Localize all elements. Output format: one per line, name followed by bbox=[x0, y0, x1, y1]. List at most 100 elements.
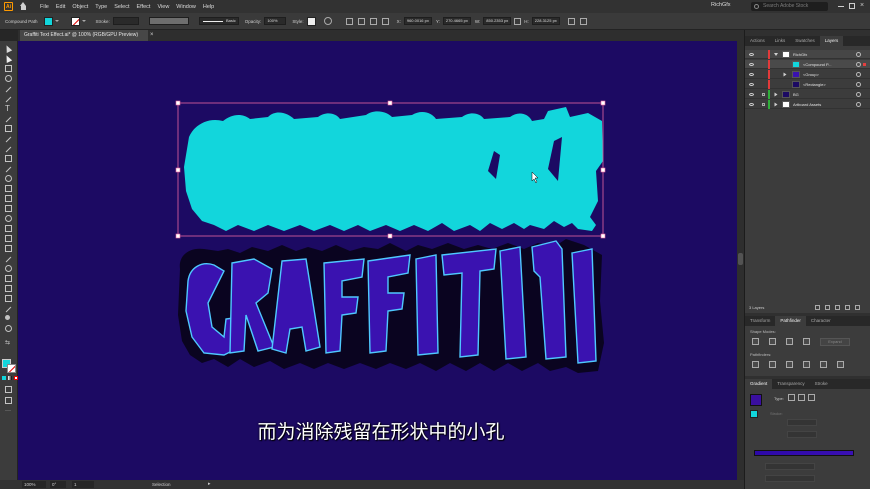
artboard-navigation-field[interactable]: 1 bbox=[72, 481, 94, 488]
trim-icon[interactable] bbox=[769, 361, 776, 368]
menu-edit[interactable]: Edit bbox=[56, 4, 65, 10]
swap-colors-icon[interactable]: ⇆ bbox=[5, 339, 13, 347]
opacity-field[interactable]: 100% bbox=[264, 17, 287, 25]
new-sublayer-icon[interactable] bbox=[835, 305, 840, 310]
menu-window[interactable]: Window bbox=[176, 4, 196, 10]
tab-actions[interactable]: Actions bbox=[745, 36, 770, 46]
layer-name[interactable]: BG bbox=[793, 90, 799, 99]
status-mode[interactable]: Selection bbox=[152, 480, 171, 489]
direct-selection-tool-icon[interactable] bbox=[3, 54, 13, 63]
tab-links[interactable]: Links bbox=[770, 36, 791, 46]
x-field[interactable]: 960.0016 px bbox=[403, 17, 432, 25]
exclude-icon[interactable] bbox=[803, 338, 810, 345]
new-layer-icon[interactable] bbox=[845, 305, 850, 310]
more-tools-icon[interactable]: ··· bbox=[5, 408, 13, 416]
eraser-tool-icon[interactable] bbox=[5, 165, 13, 173]
visibility-eye-icon[interactable] bbox=[749, 73, 754, 76]
chevron-down-icon[interactable] bbox=[54, 20, 59, 22]
stroke-color-box[interactable] bbox=[7, 364, 16, 373]
layer-row[interactable]: BG bbox=[745, 90, 870, 99]
merge-icon[interactable] bbox=[786, 361, 793, 368]
linear-gradient-icon[interactable] bbox=[788, 394, 795, 401]
mesh-tool-icon[interactable] bbox=[5, 235, 13, 243]
intersect-icon[interactable] bbox=[786, 338, 793, 345]
gradient-swatch[interactable] bbox=[750, 394, 762, 406]
tab-transform[interactable]: Transform bbox=[745, 316, 775, 326]
recolor-icon[interactable] bbox=[323, 17, 332, 25]
zoom-field[interactable]: 100% bbox=[22, 481, 46, 488]
lock-icon[interactable] bbox=[762, 93, 765, 96]
width-field[interactable]: 850.2353 px bbox=[483, 17, 512, 25]
close-tab-icon[interactable]: × bbox=[150, 30, 154, 41]
height-field[interactable]: 228.3125 px bbox=[531, 17, 560, 25]
target-icon[interactable] bbox=[856, 62, 861, 67]
fill-indicator[interactable] bbox=[750, 410, 758, 418]
y-field[interactable]: 270.4665 px bbox=[442, 17, 471, 25]
scrollbar-thumb[interactable] bbox=[738, 253, 743, 265]
compound-path-fill[interactable] bbox=[184, 107, 603, 231]
target-icon[interactable] bbox=[856, 82, 861, 87]
target-icon[interactable] bbox=[856, 72, 861, 77]
gradient-aspect-field[interactable] bbox=[787, 431, 817, 438]
stroke-swatch[interactable] bbox=[70, 16, 80, 26]
outline-icon[interactable] bbox=[820, 361, 827, 368]
gradient-location-field[interactable] bbox=[765, 475, 815, 482]
gradient-tool-icon[interactable] bbox=[5, 245, 13, 253]
clipping-mask-icon[interactable] bbox=[825, 305, 830, 310]
minimize-button[interactable] bbox=[838, 3, 844, 7]
gradient-angle-field[interactable] bbox=[787, 419, 817, 426]
layer-row[interactable]: <Group> bbox=[745, 70, 870, 79]
symbol-sprayer-tool-icon[interactable] bbox=[5, 275, 13, 283]
artboard-canvas[interactable]: 而为消除残留在形状中的小孔 bbox=[18, 41, 744, 480]
menu-type[interactable]: Type bbox=[95, 4, 107, 10]
menu-view[interactable]: View bbox=[157, 4, 169, 10]
menu-select[interactable]: Select bbox=[114, 4, 129, 10]
tab-pathfinder[interactable]: Pathfinder bbox=[775, 316, 806, 326]
expand-triangle-icon[interactable] bbox=[774, 92, 778, 97]
hand-tool-icon[interactable] bbox=[5, 315, 13, 323]
expand-triangle-icon[interactable] bbox=[774, 53, 778, 56]
isolate-icon[interactable] bbox=[579, 17, 587, 25]
draw-mode-icon[interactable] bbox=[5, 386, 13, 394]
reference-point-icon[interactable] bbox=[381, 17, 389, 25]
menu-file[interactable]: File bbox=[40, 4, 49, 10]
layer-row[interactable]: RichGfx bbox=[745, 50, 870, 59]
slice-tool-icon[interactable] bbox=[5, 305, 13, 313]
column-graph-tool-icon[interactable] bbox=[5, 285, 13, 293]
blend-tool-icon[interactable] bbox=[5, 265, 13, 273]
magic-wand-tool-icon[interactable] bbox=[5, 65, 13, 73]
lock-icon[interactable] bbox=[762, 103, 765, 106]
layer-name[interactable]: RichGfx bbox=[793, 50, 807, 59]
constrain-proportions-icon[interactable] bbox=[514, 17, 522, 25]
expand-button[interactable]: Expand bbox=[820, 338, 850, 346]
locate-object-icon[interactable] bbox=[815, 305, 820, 310]
fill-swatch[interactable] bbox=[43, 16, 53, 26]
layer-name[interactable]: <Group> bbox=[803, 70, 819, 79]
tab-gradient[interactable]: Gradient bbox=[745, 379, 773, 389]
zoom-tool-icon[interactable] bbox=[5, 325, 13, 333]
unite-icon[interactable] bbox=[752, 338, 759, 345]
layer-row[interactable]: <Rectangle> bbox=[745, 80, 870, 89]
layer-name[interactable]: <Rectangle> bbox=[803, 80, 826, 89]
crop-icon[interactable] bbox=[803, 361, 810, 368]
opacity-label[interactable]: Opacity: bbox=[245, 19, 262, 24]
rotate-tool-icon[interactable] bbox=[5, 175, 13, 183]
curvature-tool-icon[interactable] bbox=[5, 95, 13, 103]
workspace-switcher[interactable]: RichGfx bbox=[711, 2, 731, 8]
gradient-mode-icon[interactable] bbox=[8, 376, 12, 380]
minus-back-icon[interactable] bbox=[837, 361, 844, 368]
rectangle-tool-icon[interactable] bbox=[5, 125, 13, 133]
graphic-style-swatch[interactable] bbox=[306, 16, 316, 26]
trash-icon[interactable] bbox=[855, 305, 860, 310]
maximize-button[interactable] bbox=[849, 3, 855, 9]
status-arrow-icon[interactable]: ▸ bbox=[208, 482, 211, 487]
visibility-eye-icon[interactable] bbox=[749, 53, 754, 56]
align-icon[interactable] bbox=[345, 17, 353, 25]
shaper-tool-icon[interactable] bbox=[5, 155, 13, 163]
target-icon[interactable] bbox=[856, 52, 861, 57]
expand-triangle-icon[interactable] bbox=[774, 102, 778, 107]
rotation-field[interactable]: 0° bbox=[50, 481, 66, 488]
layer-row[interactable]: <Compound P... bbox=[745, 60, 870, 69]
menu-help[interactable]: Help bbox=[203, 4, 214, 10]
eyedropper-tool-icon[interactable] bbox=[5, 255, 13, 263]
